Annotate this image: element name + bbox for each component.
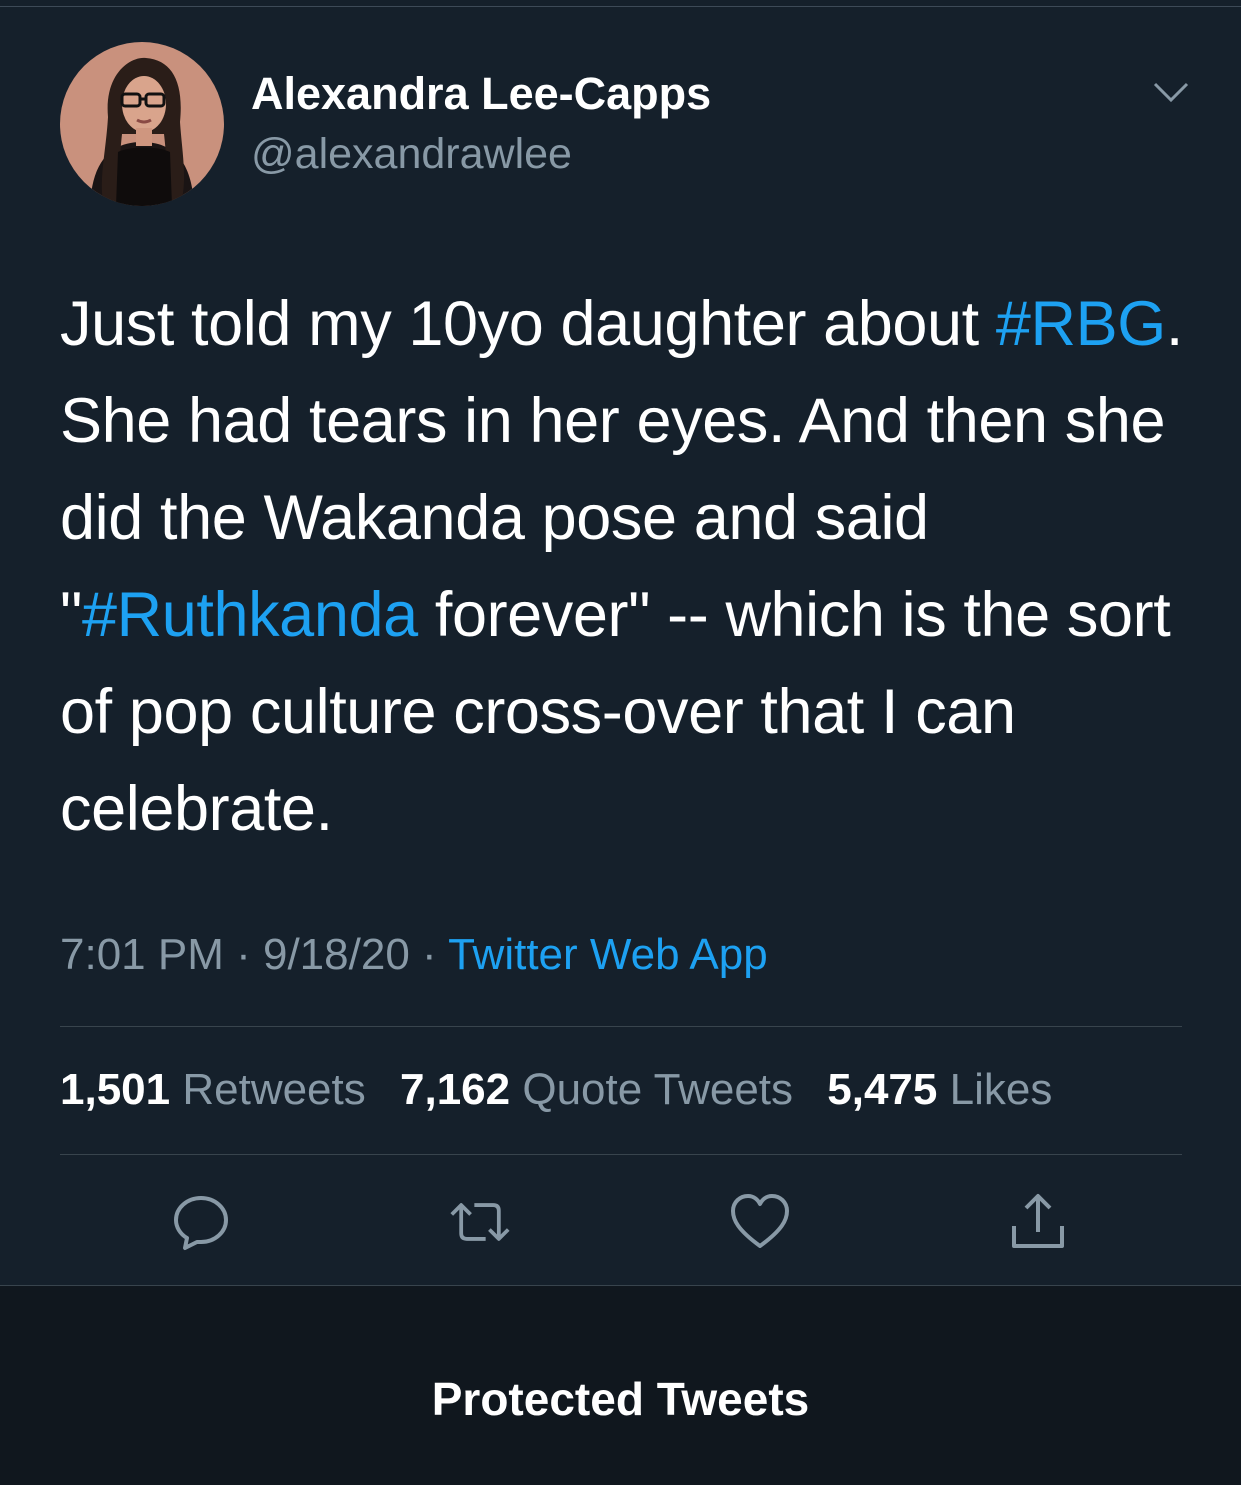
- like-button[interactable]: [728, 1190, 792, 1254]
- retweets-label: Retweets: [182, 1065, 366, 1114]
- hashtag-link-ruthkanda[interactable]: #Ruthkanda: [82, 580, 418, 650]
- likes-label: Likes: [949, 1065, 1053, 1114]
- quotes-label: Quote Tweets: [522, 1065, 794, 1114]
- quotes-count: 7,162: [400, 1065, 511, 1114]
- divider: [60, 1026, 1182, 1027]
- author-handle[interactable]: @alexandrawlee: [251, 130, 572, 179]
- likes-stat[interactable]: 5,475 Likes: [827, 1065, 1052, 1114]
- protected-tweets-banner: Protected Tweets: [0, 1285, 1241, 1485]
- avatar[interactable]: [60, 42, 224, 206]
- tweet-header: Alexandra Lee-Capps @alexandrawlee: [60, 42, 1190, 208]
- share-button[interactable]: [1006, 1190, 1070, 1254]
- tweet-detail-screen: Alexandra Lee-Capps @alexandrawlee Just …: [0, 0, 1241, 1485]
- retweet-icon: [450, 1203, 510, 1241]
- chevron-down-icon[interactable]: [1152, 80, 1190, 104]
- tweet-text-segment: Just told my 10yo daughter about: [60, 289, 996, 359]
- divider: [60, 1154, 1182, 1155]
- likes-count: 5,475: [827, 1065, 938, 1114]
- protected-tweets-title: Protected Tweets: [431, 1373, 810, 1425]
- tweet-time: 7:01 PM: [60, 930, 224, 979]
- action-bar: [60, 1190, 1182, 1254]
- reply-icon: [174, 1196, 228, 1250]
- reply-button[interactable]: [169, 1190, 233, 1254]
- like-icon: [731, 1194, 789, 1248]
- tweet-meta: 7:01 PM · 9/18/20 · Twitter Web App: [60, 930, 768, 980]
- top-divider: [0, 6, 1241, 7]
- meta-separator: ·: [409, 930, 449, 979]
- tweet-date: 9/18/20: [262, 930, 410, 979]
- author-name[interactable]: Alexandra Lee-Capps: [251, 68, 711, 120]
- tweet-text: Just told my 10yo daughter about #RBG. S…: [60, 276, 1190, 858]
- retweets-count: 1,501: [60, 1065, 171, 1114]
- retweets-stat[interactable]: 1,501 Retweets: [60, 1065, 366, 1114]
- tweet-stats: 1,501 Retweets 7,162 Quote Tweets 5,475 …: [60, 1065, 1074, 1115]
- retweet-button[interactable]: [448, 1190, 512, 1254]
- tweet-source-link[interactable]: Twitter Web App: [448, 930, 768, 979]
- meta-separator: ·: [223, 930, 263, 979]
- hashtag-link-rbg[interactable]: #RBG: [996, 289, 1166, 359]
- share-icon: [1012, 1194, 1064, 1248]
- quote-tweets-stat[interactable]: 7,162 Quote Tweets: [400, 1065, 793, 1114]
